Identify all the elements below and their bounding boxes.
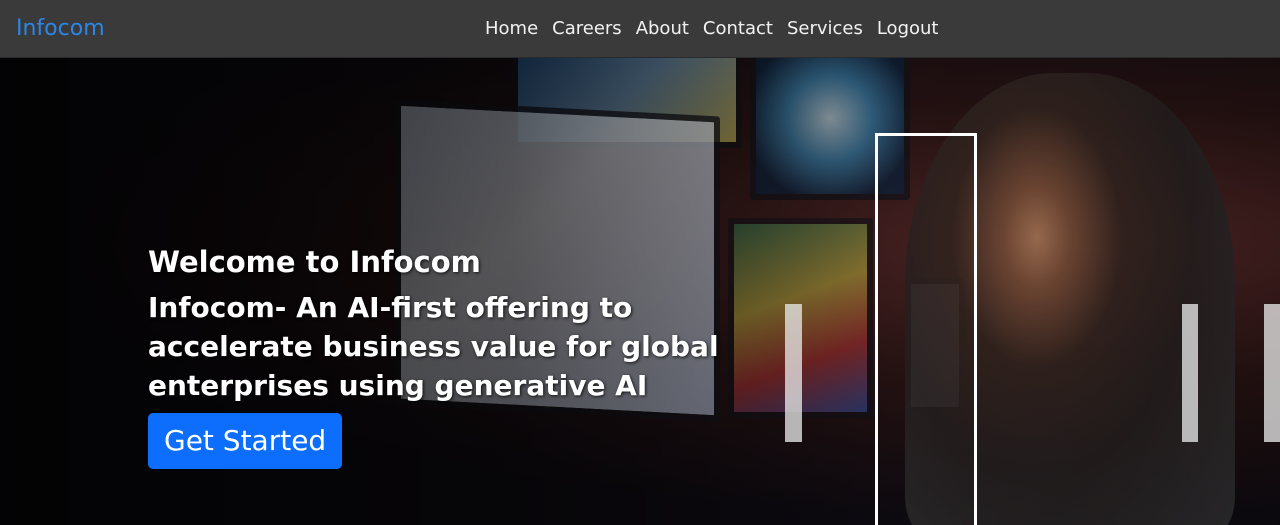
brand-logo-link[interactable]: Infocom <box>16 14 105 44</box>
decorative-bar <box>1264 304 1280 442</box>
nav-link-careers[interactable]: Careers <box>545 14 629 44</box>
nav-link-logout[interactable]: Logout <box>870 14 946 44</box>
nav-links: Home Careers About Contact Services Logo… <box>478 14 945 44</box>
decorative-bar <box>1182 304 1198 442</box>
nav-link-contact[interactable]: Contact <box>696 14 780 44</box>
nav-link-home[interactable]: Home <box>478 14 545 44</box>
hero-subtitle: Infocom- An AI-first offering to acceler… <box>148 291 719 402</box>
decorative-frame <box>875 133 977 525</box>
navbar: Infocom Home Careers About Contact Servi… <box>0 0 1280 58</box>
nav-link-services[interactable]: Services <box>780 14 870 44</box>
hero-content: Welcome to Infocom Infocom- An AI-first … <box>148 244 788 469</box>
hero-title: Welcome to Infocom <box>148 245 481 279</box>
get-started-button[interactable]: Get Started <box>148 413 343 469</box>
nav-link-about[interactable]: About <box>629 14 696 44</box>
hero-section: Welcome to Infocom Infocom- An AI-first … <box>0 58 1280 525</box>
